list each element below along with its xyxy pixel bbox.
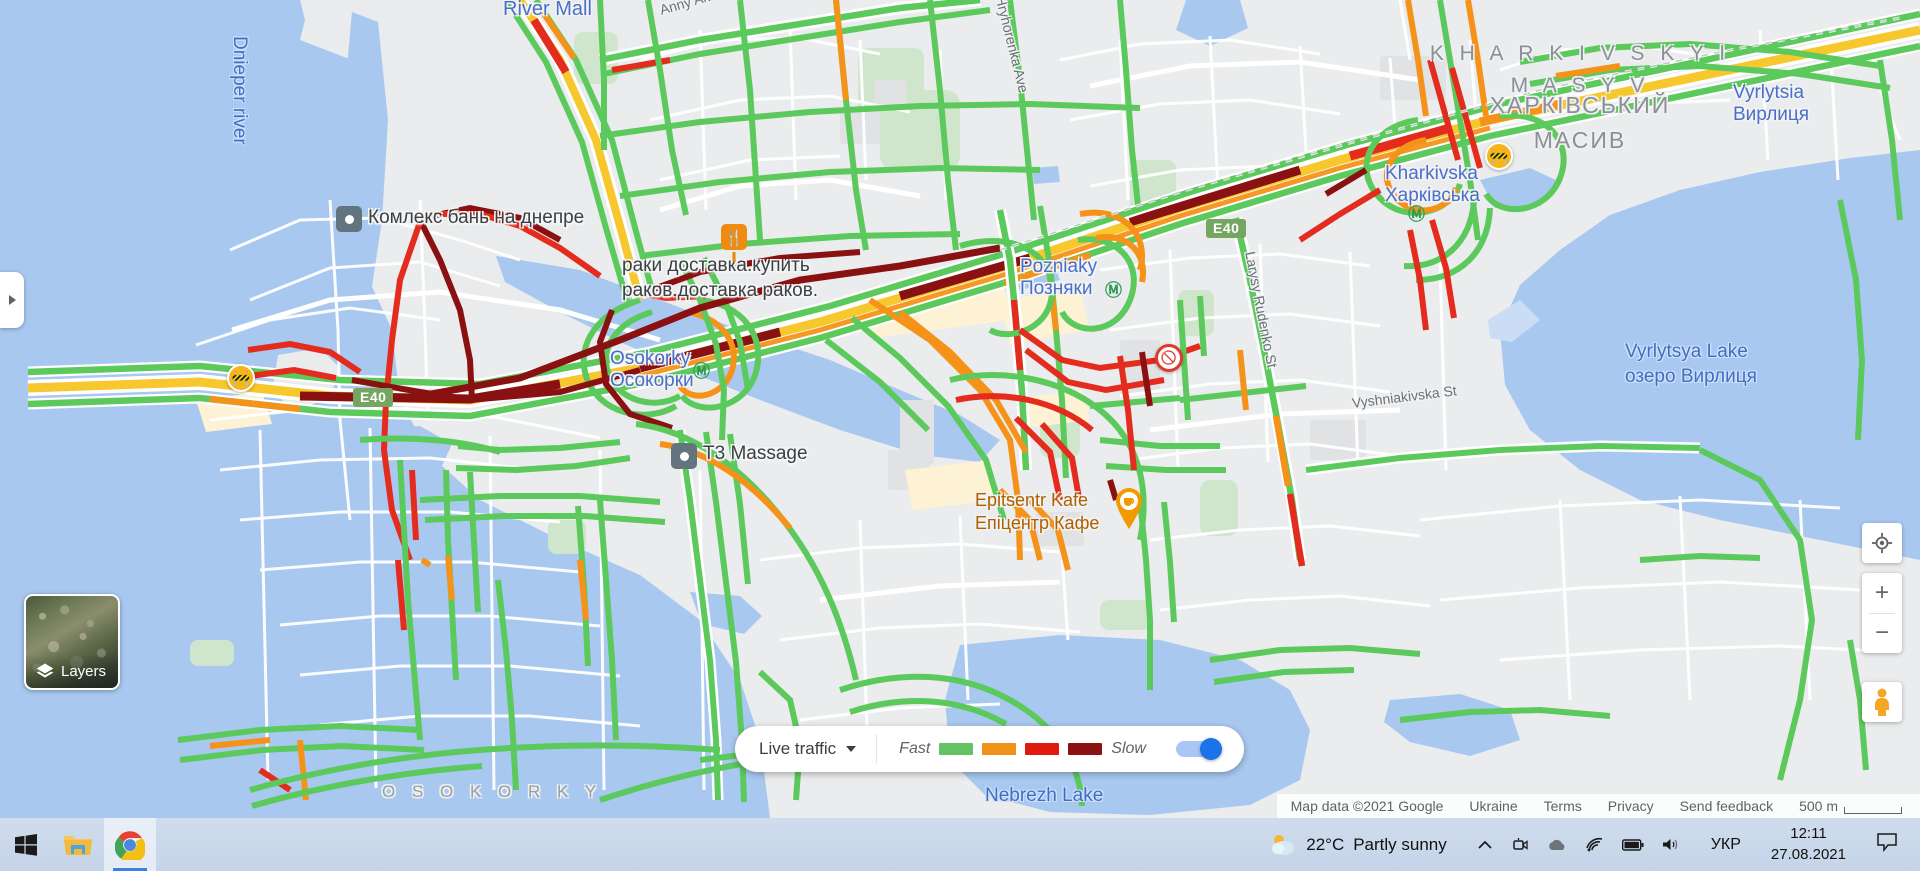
attribution-link-privacy[interactable]: Privacy: [1608, 798, 1654, 814]
scale-slow-label: Slow: [1111, 740, 1146, 757]
attribution-bar: Map data ©2021 Google Ukraine Terms Priv…: [1276, 794, 1920, 818]
volume-icon[interactable]: [1662, 837, 1681, 852]
map-vector-layer: [0, 0, 1920, 818]
show-hidden-icons-button[interactable]: [1477, 839, 1493, 851]
cafe-pin-epitsentr[interactable]: [1113, 485, 1145, 529]
traffic-toggle-switch[interactable]: [1175, 738, 1222, 760]
swatch-fast: [939, 743, 974, 755]
camera-icon[interactable]: [1511, 837, 1529, 853]
zoom-in-button[interactable]: +: [1862, 573, 1902, 613]
live-traffic-label: Live traffic: [759, 739, 837, 758]
road-closed-icon[interactable]: 🚫: [1155, 344, 1183, 372]
swatch-slow: [1025, 743, 1060, 755]
system-tray-icons: [1461, 837, 1697, 853]
taskbar-clock[interactable]: 12:11 27.08.2021: [1755, 824, 1862, 865]
weather-condition: Partly sunny: [1353, 834, 1447, 854]
taskbar-tray: 22°C Partly sunny УКР 12:11 27.08.2021: [1255, 818, 1920, 871]
toggle-knob: [1199, 738, 1222, 760]
my-location-button[interactable]: [1862, 523, 1902, 563]
file-explorer-button[interactable]: [52, 818, 104, 871]
road-shield-e40-west: E40: [353, 388, 394, 407]
locate-icon: [1871, 532, 1893, 554]
layers-icon: [36, 663, 54, 678]
windows-taskbar: 22°C Partly sunny УКР 12:11 27.08.2021: [0, 818, 1920, 871]
live-traffic-select[interactable]: Live traffic: [735, 734, 878, 764]
pegman-icon: [1875, 688, 1889, 716]
attribution-link-terms[interactable]: Terms: [1544, 798, 1582, 814]
windows-logo-icon: [15, 833, 37, 856]
notification-icon: [1877, 833, 1897, 853]
pegman-button[interactable]: [1862, 682, 1902, 722]
partly-sunny-icon: [1272, 834, 1295, 855]
language-indicator[interactable]: УКР: [1697, 836, 1755, 854]
road-shield-e40-east: E40: [1206, 219, 1247, 238]
folder-icon: [64, 835, 92, 855]
scale-fast-label: Fast: [899, 740, 931, 757]
taskbar-apps: [0, 818, 156, 871]
restaurant-pin[interactable]: 🍴: [718, 222, 750, 264]
metro-icon-kharkivska: Ⓜ: [1408, 205, 1425, 224]
zoom-out-button[interactable]: −: [1862, 613, 1902, 653]
metro-icon-poznyaky: Ⓜ: [1105, 281, 1122, 300]
weather-temperature: 22°C: [1306, 834, 1345, 854]
layers-label: Layers: [61, 662, 107, 680]
notifications-button[interactable]: [1862, 832, 1912, 857]
chevron-right-icon: [8, 295, 16, 305]
start-button[interactable]: [0, 818, 52, 871]
scale-bar: [1844, 807, 1902, 814]
traffic-toggle-wrap[interactable]: [1168, 738, 1244, 760]
poi-marker-t3-massage[interactable]: [671, 443, 697, 469]
swatch-jam: [1068, 743, 1103, 755]
battery-icon[interactable]: [1621, 838, 1644, 851]
map-canvas[interactable]: Dnieper river River Mall Anny Akhm Hryho…: [0, 0, 1920, 818]
metro-icon-osokorky: Ⓜ: [693, 362, 710, 381]
attribution-link-ukraine[interactable]: Ukraine: [1469, 798, 1517, 814]
google-chrome-button[interactable]: [104, 818, 156, 871]
expand-side-panel-button[interactable]: [0, 272, 24, 328]
zoom-controls[interactable]: + −: [1862, 573, 1902, 653]
onedrive-icon[interactable]: [1547, 838, 1567, 852]
clock-date: 27.08.2021: [1770, 845, 1846, 863]
poi-marker-komplex-bath[interactable]: [336, 206, 362, 232]
weather-widget[interactable]: 22°C Partly sunny: [1255, 833, 1461, 857]
layers-label-bar: Layers: [26, 654, 118, 688]
map-copyright: Map data ©2021 Google: [1290, 798, 1444, 814]
clock-time: 12:11: [1790, 825, 1827, 843]
construction-icon-bridge[interactable]: 🚧: [227, 364, 255, 392]
wifi-icon[interactable]: [1585, 837, 1604, 852]
svg-text:🍴: 🍴: [725, 229, 744, 247]
layers-button[interactable]: Layers: [24, 594, 120, 690]
construction-icon-kharkivska[interactable]: 🚧: [1485, 142, 1513, 170]
scale-distance: 500 m: [1799, 798, 1838, 814]
chevron-down-icon: [846, 746, 857, 752]
chrome-icon: [115, 830, 145, 860]
attribution-link-send-feedback[interactable]: Send feedback: [1680, 798, 1773, 814]
traffic-speed-scale: Fast Slow: [877, 740, 1168, 758]
swatch-moderate: [982, 743, 1017, 755]
scale-indicator: 500 m: [1799, 798, 1902, 814]
traffic-legend-bar: Live traffic Fast Slow: [735, 726, 1244, 772]
